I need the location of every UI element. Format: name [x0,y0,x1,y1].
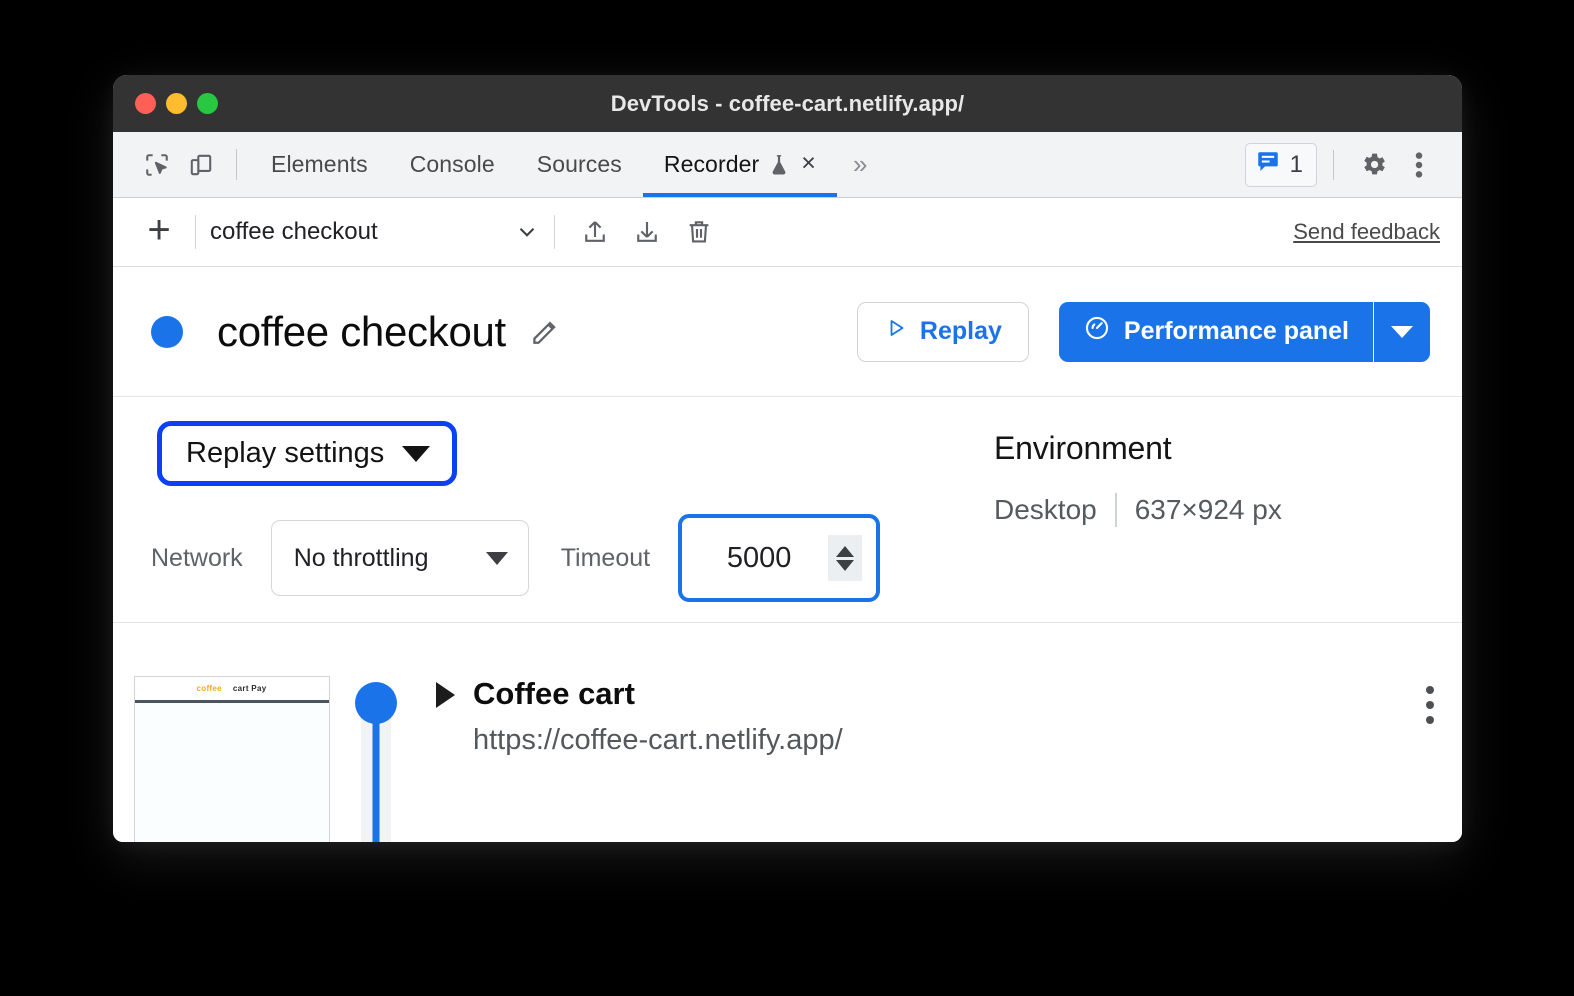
timeout-label: Timeout [560,543,651,572]
inspect-element-icon[interactable] [135,132,179,197]
minimize-window-button[interactable] [166,93,187,114]
timeout-input[interactable]: 5000 [678,514,881,602]
device-toolbar-icon[interactable] [179,132,223,197]
window-titlebar: DevTools - coffee-cart.netlify.app/ [113,75,1462,132]
stepper-down-arrow[interactable] [836,559,855,571]
traffic-light-controls [135,75,218,132]
tabbar-right-controls: 1 [1244,132,1462,197]
devtools-tabbar: Elements Console Sources Recorder × » 1 [113,132,1462,198]
issues-message-icon [1255,149,1281,180]
environment-section: Environment Desktop 637×924 px [994,426,1424,622]
replay-settings-label: Replay settings [186,437,385,469]
kebab-dot-2 [1426,701,1434,709]
step-url: https://coffee-cart.netlify.app/ [473,724,843,756]
pencil-edit-icon[interactable] [528,315,562,349]
panel-tabs: Elements Console Sources Recorder × » [250,132,883,197]
gear-icon[interactable] [1350,150,1396,179]
step-timeline [350,676,402,842]
window-title: DevTools - coffee-cart.netlify.app/ [610,90,965,116]
thumbnail-nav-text: cart Pay [232,684,267,693]
recording-title: coffee checkout [217,307,506,355]
flask-icon [768,153,790,177]
toolbar-divider [195,215,196,249]
replay-settings-toggle[interactable]: Replay settings [156,421,458,486]
network-throttling-value: No throttling [293,543,429,572]
tab-elements[interactable]: Elements [250,132,389,197]
step-title: Coffee cart [473,676,635,711]
tabbar-divider [236,149,237,180]
performance-panel-button-group: Performance panel [1058,301,1430,362]
recording-selector[interactable]: coffee checkout [210,218,540,246]
environment-divider [1114,493,1117,527]
network-throttling-select[interactable]: No throttling [270,520,529,596]
environment-device: Desktop [994,494,1097,525]
timeline-step-dot[interactable] [355,682,397,724]
recording-selector-label: coffee checkout [210,218,378,245]
tabbar-right-divider [1333,149,1334,180]
caret-down-icon [402,445,431,462]
thumbnail-page-header: coffee cart Pay [134,677,329,703]
kebab-menu-icon[interactable] [1396,150,1442,180]
devtools-window: DevTools - coffee-cart.netlify.app/ Elem… [113,75,1462,842]
close-tab-icon[interactable]: × [801,150,816,176]
export-upload-icon[interactable] [569,206,621,258]
tab-console-label: Console [409,151,495,177]
replay-settings-left: Replay settings Network No throttling Ti… [151,421,994,622]
kebab-dot-1 [1426,686,1434,694]
tab-console[interactable]: Console [389,132,516,197]
kebab-dot-3 [1426,716,1434,724]
performance-panel-dropdown-button[interactable] [1374,301,1430,362]
recording-header: coffee checkout Replay Performance panel [113,267,1462,397]
import-download-icon[interactable] [621,206,673,258]
close-window-button[interactable] [135,93,156,114]
replay-button[interactable]: Replay [856,301,1029,362]
step-screenshot-thumbnail[interactable]: coffee cart Pay [133,676,330,842]
toolbar-divider-2 [554,215,555,249]
recording-header-actions: Replay Performance panel [856,301,1430,362]
speedometer-icon [1083,314,1111,349]
tab-sources-label: Sources [536,151,622,177]
send-feedback-link[interactable]: Send feedback [1293,219,1440,245]
caret-down-icon [1391,325,1413,338]
recording-status-dot [151,315,183,348]
timeout-input-value: 5000 [726,541,792,574]
issues-button[interactable]: 1 [1244,142,1317,187]
tab-elements-label: Elements [271,151,368,177]
tab-sources[interactable]: Sources [516,132,643,197]
maximize-window-button[interactable] [197,93,218,114]
performance-panel-button[interactable]: Performance panel [1058,301,1373,362]
kebab-menu-icon[interactable] [1426,676,1434,724]
table-row: Coffee cart https://coffee-cart.netlify.… [436,676,1434,757]
step-thumbnail-column: coffee cart Pay [113,676,350,842]
step-content: Coffee cart https://coffee-cart.netlify.… [402,676,1462,842]
replay-button-label: Replay [919,317,1002,345]
environment-viewport: 637×924 px [1134,494,1282,525]
thumbnail-logo-text: coffee [196,684,222,693]
replay-settings-row: Network No throttling Timeout 5000 [151,514,994,602]
replay-settings-area: Replay settings Network No throttling Ti… [113,397,1462,623]
chevron-down-icon [514,219,540,245]
stepper-arrows-icon[interactable] [828,535,863,581]
caret-down-icon [485,551,508,565]
network-label: Network [151,543,243,572]
play-triangle-icon [884,316,908,347]
stepper-up-arrow[interactable] [836,545,855,557]
environment-title: Environment [994,430,1172,466]
step-title-row[interactable]: Coffee cart [436,676,1426,712]
timeline-line [372,704,380,842]
performance-panel-label: Performance panel [1123,317,1349,345]
environment-values: Desktop 637×924 px [994,493,1424,527]
steps-list: coffee cart Pay Coffee cart https://coff… [113,623,1462,842]
triangle-right-icon[interactable] [436,681,455,708]
recorder-toolbar: + coffee checkout Send feedback [113,198,1462,267]
trash-icon[interactable] [673,206,725,258]
tab-recorder[interactable]: Recorder × [642,132,838,197]
more-tabs-icon[interactable]: » [837,132,883,197]
create-recording-button[interactable]: + [137,210,181,250]
tab-recorder-label: Recorder [663,151,760,177]
issues-count: 1 [1289,150,1303,178]
